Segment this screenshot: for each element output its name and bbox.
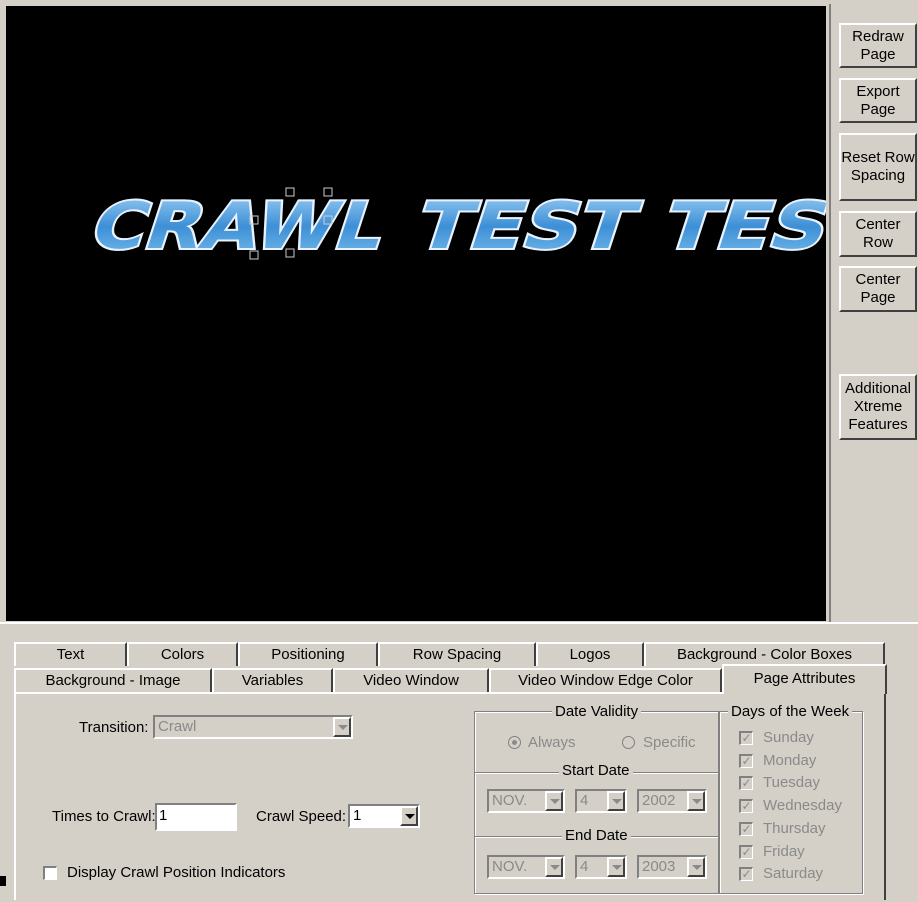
end-date-title: End Date	[562, 827, 631, 844]
monday-checkbox[interactable]: ✓	[739, 754, 753, 768]
thursday-label: Thursday	[763, 820, 826, 837]
crawl-word-2: TEST	[407, 190, 646, 264]
center-row-button[interactable]: Center Row	[839, 211, 917, 257]
edge-marker	[0, 876, 6, 886]
tab-page-attributes[interactable]: Page Attributes	[722, 664, 887, 694]
end-day-value: 4	[580, 858, 589, 875]
thursday-checkbox[interactable]: ✓	[739, 822, 753, 836]
tab-background-image[interactable]: Background - Image	[14, 668, 212, 692]
tab-video-window-edge-color[interactable]: Video Window Edge Color	[489, 668, 722, 692]
end-month-select[interactable]: NOV.	[487, 855, 565, 879]
friday-checkbox[interactable]: ✓	[739, 845, 753, 859]
always-radio[interactable]	[508, 736, 521, 749]
chevron-down-icon[interactable]	[687, 791, 705, 811]
crawl-word-1: CRAWL	[82, 190, 396, 264]
tab-variables[interactable]: Variables	[212, 668, 333, 692]
monday-label: Monday	[763, 752, 817, 769]
tab-background-color-boxes[interactable]: Background - Color Boxes	[644, 642, 885, 666]
end-month-value: NOV.	[492, 858, 528, 875]
tab-positioning[interactable]: Positioning	[238, 642, 378, 666]
tab-text[interactable]: Text	[14, 642, 127, 666]
wednesday-label: Wednesday	[763, 797, 842, 814]
chevron-down-icon[interactable]	[687, 857, 705, 877]
crawl-speed-label: Crawl Speed:	[256, 808, 347, 825]
tuesday-label: Tuesday	[763, 774, 820, 791]
always-label: Always	[528, 734, 576, 751]
display-indicators-checkbox[interactable]	[43, 866, 57, 880]
friday-label: Friday	[763, 843, 805, 860]
transition-label: Transition:	[79, 719, 149, 736]
wednesday-checkbox[interactable]: ✓	[739, 799, 753, 813]
start-day-select[interactable]: 4	[575, 789, 627, 813]
export-page-button[interactable]: Export Page	[839, 78, 917, 123]
transition-value: Crawl	[158, 718, 197, 735]
specific-radio[interactable]	[622, 736, 635, 749]
days-of-week-title: Days of the Week	[728, 703, 853, 720]
end-year-value: 2003	[642, 858, 676, 875]
chevron-down-icon[interactable]	[607, 791, 625, 811]
tab-video-window[interactable]: Video Window	[333, 668, 489, 692]
end-year-select[interactable]: 2003	[637, 855, 707, 879]
start-month-select[interactable]: NOV.	[487, 789, 565, 813]
saturday-checkbox[interactable]: ✓	[739, 867, 753, 881]
tab-colors[interactable]: Colors	[127, 642, 238, 666]
start-year-select[interactable]: 2002	[637, 789, 707, 813]
specific-label: Specific	[643, 734, 696, 751]
chevron-down-icon[interactable]	[545, 857, 563, 877]
display-indicators-label: Display Crawl Position Indicators	[67, 864, 286, 881]
transition-select[interactable]: Crawl	[153, 715, 353, 739]
sunday-checkbox[interactable]: ✓	[739, 731, 753, 745]
reset-row-spacing-button[interactable]: Reset Row Spacing	[839, 133, 917, 201]
chevron-down-icon[interactable]	[333, 717, 351, 737]
center-page-button[interactable]: Center Page	[839, 266, 917, 312]
crawl-text-preview: CRAWL TEST TEST	[80, 187, 896, 266]
chevron-down-icon[interactable]	[545, 791, 563, 811]
crawl-speed-select[interactable]: 1	[348, 804, 420, 828]
times-to-crawl-label: Times to Crawl:	[52, 808, 156, 825]
saturday-label: Saturday	[763, 865, 824, 882]
date-validity-title: Date Validity	[552, 703, 642, 720]
tuesday-checkbox[interactable]: ✓	[739, 776, 753, 790]
additional-xtreme-features-button[interactable]: Additional Xtreme Features	[839, 374, 917, 440]
start-day-value: 4	[580, 792, 589, 809]
crawl-speed-value: 1	[353, 807, 362, 824]
redraw-page-button[interactable]: Redraw Page	[839, 23, 917, 68]
start-year-value: 2002	[642, 792, 676, 809]
preview-canvas[interactable]: CRAWL TEST TEST	[6, 6, 896, 621]
crawl-word-3: TEST	[654, 190, 826, 264]
tab-row-spacing[interactable]: Row Spacing	[378, 642, 536, 666]
end-day-select[interactable]: 4	[575, 855, 627, 879]
tab-logos[interactable]: Logos	[536, 642, 644, 666]
right-button-panel: Redraw Page Export Page Reset Row Spacin…	[829, 4, 918, 622]
sunday-label: Sunday	[763, 729, 814, 746]
chevron-down-icon[interactable]	[607, 857, 625, 877]
chevron-down-icon[interactable]	[400, 806, 418, 826]
times-to-crawl-input[interactable]: 1	[155, 803, 237, 831]
start-month-value: NOV.	[492, 792, 528, 809]
start-date-title: Start Date	[559, 762, 633, 779]
